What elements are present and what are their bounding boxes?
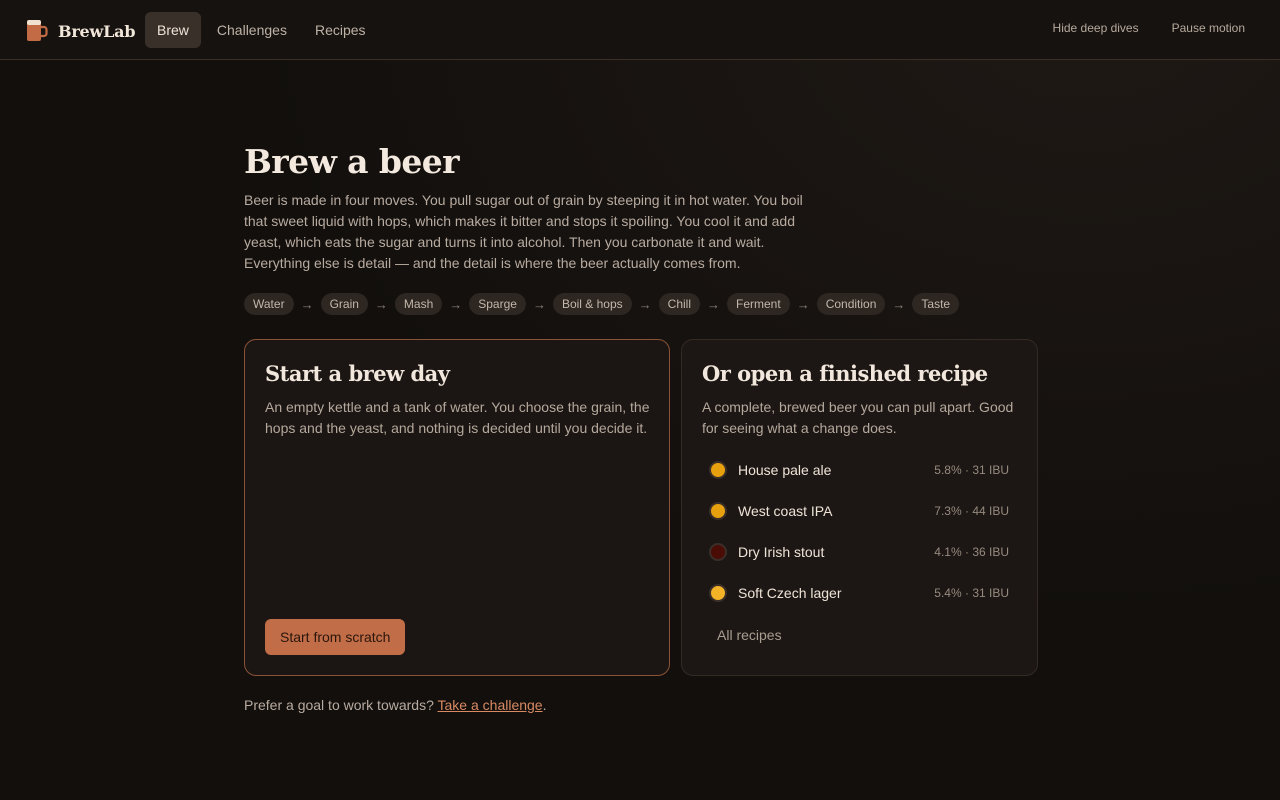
tab-brew[interactable]: Brew [145,12,201,48]
arrow-right-icon: → [300,296,314,312]
recipe-item-west-coast-ipa[interactable]: West coast IPA 7.3% · 44 IBU [702,490,1017,531]
arrow-right-icon: → [638,296,652,312]
beer-color-swatch [709,583,727,602]
recipe-card-description: A complete, brewed beer you can pull apa… [702,399,1014,436]
top-bar: BrewLab Brew Challenges Recipes Hide dee… [0,0,1280,60]
recipe-stats: 7.3% · 44 IBU [934,503,1009,518]
choice-cards: Start a brew day An empty kettle and a t… [244,339,1038,676]
page-title: Brew a beer [244,142,460,181]
arrow-right-icon: → [532,296,546,312]
step-chip: Ferment [727,293,790,315]
arrow-right-icon: → [796,296,810,312]
arrow-right-icon: → [892,296,906,312]
recipe-name: Dry Irish stout [738,543,825,560]
step-chip: Chill [658,293,700,315]
step-chip: Mash [394,293,443,315]
tab-challenges[interactable]: Challenges [205,12,299,48]
main-nav: Brew Challenges Recipes [145,12,378,48]
arrow-right-icon: → [449,296,463,312]
recipe-item-dry-irish-stout[interactable]: Dry Irish stout 4.1% · 36 IBU [702,531,1017,572]
main-content: Brew a beer Beer is made in four moves. … [244,140,1038,713]
pause-motion-button[interactable]: Pause motion [1161,18,1256,38]
beer-color-swatch [709,542,727,561]
arrow-right-icon: → [374,296,388,312]
recipe-item-soft-czech-lager[interactable]: Soft Czech lager 5.4% · 31 IBU [702,572,1017,613]
step-chip: Sparge [469,293,526,315]
open-recipe-card: Or open a finished recipe A complete, br… [681,339,1038,676]
step-chip: Grain [320,293,368,315]
challenge-prompt-text: Prefer a goal to work towards? [244,697,438,713]
intro-text: Beer is made in four moves. You pull sug… [244,192,803,271]
step-chip: Boil & hops [552,293,632,315]
recipe-stats: 5.8% · 31 IBU [934,462,1009,477]
start-card-title: Start a brew day [265,361,450,386]
recipe-name: Soft Czech lager [738,584,842,601]
recipe-stats: 5.4% · 31 IBU [934,585,1009,600]
header-actions: Hide deep dives Pause motion [1042,18,1256,38]
brand[interactable]: BrewLab [26,19,136,43]
recipe-name: House pale ale [738,461,832,478]
beer-mug-icon [26,19,48,43]
step-chip: Taste [912,293,960,315]
recipe-card-title: Or open a finished recipe [702,361,988,386]
app-name: BrewLab [58,21,136,41]
recipe-stats: 4.1% · 36 IBU [934,544,1009,559]
beer-color-swatch [709,460,727,479]
brew-steps: Water → Grain → Mash → Sparge → Boil & h… [244,293,1038,315]
take-challenge-link[interactable]: Take a challenge [438,697,543,713]
step-chip: Condition [816,293,886,315]
start-brew-card: Start a brew day An empty kettle and a t… [244,339,670,676]
step-chip: Water [244,293,294,315]
recipe-item-house-pale-ale[interactable]: House pale ale 5.8% · 31 IBU [702,449,1017,490]
arrow-right-icon: → [707,296,720,312]
all-recipes-link[interactable]: All recipes [717,627,782,643]
beer-color-swatch [709,501,727,520]
recipe-name: West coast IPA [738,502,833,519]
challenge-prompt-suffix: . [542,697,547,713]
start-card-description: An empty kettle and a tank of water. You… [265,399,650,436]
recipe-list: House pale ale 5.8% · 31 IBU West coast … [702,449,1017,613]
tab-recipes[interactable]: Recipes [303,12,378,48]
start-from-scratch-button[interactable]: Start from scratch [265,619,406,655]
hide-deep-dives-button[interactable]: Hide deep dives [1042,18,1150,38]
challenge-prompt: Prefer a goal to work towards? Take a ch… [244,697,546,713]
